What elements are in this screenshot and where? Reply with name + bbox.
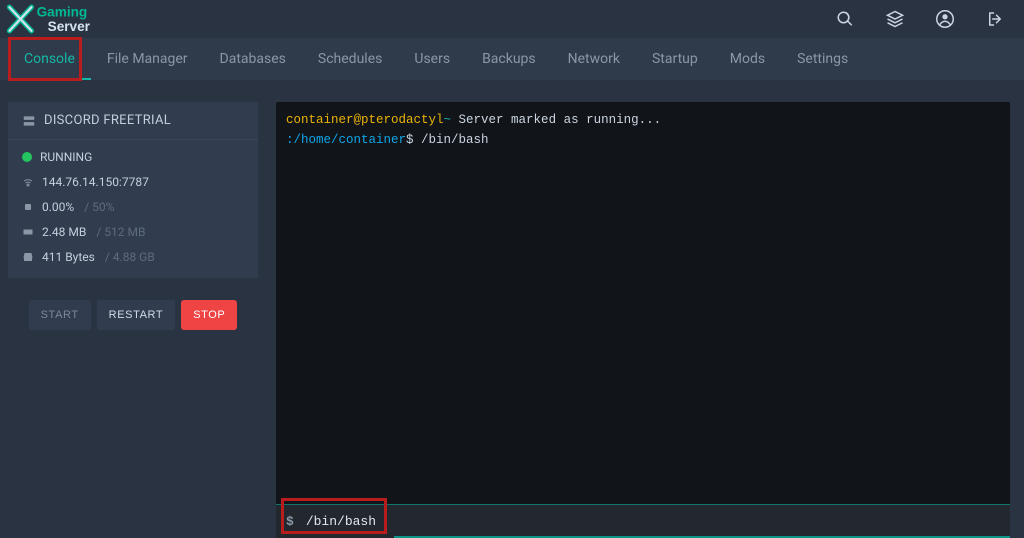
hdd-icon bbox=[22, 251, 34, 263]
disk-total: / 4.88 GB bbox=[105, 250, 155, 264]
tab-label: Schedules bbox=[318, 51, 382, 67]
server-name: DISCORD FREETRIAL bbox=[44, 113, 171, 128]
disk-used: 411 Bytes bbox=[42, 250, 95, 264]
terminal-line: :/home/container$ /bin/bash bbox=[286, 130, 1000, 150]
term-msg: Server marked as running... bbox=[451, 113, 661, 127]
sidebar: DISCORD FREETRIAL RUNNING 144.76.14.150:… bbox=[8, 102, 258, 538]
tab-console[interactable]: Console bbox=[8, 38, 91, 80]
terminal-line: container@pterodactyl~ Server marked as … bbox=[286, 110, 1000, 130]
tab-startup[interactable]: Startup bbox=[636, 38, 714, 80]
status-value: RUNNING bbox=[40, 150, 92, 164]
tab-label: File Manager bbox=[107, 51, 188, 67]
brand-bottom-text: Server bbox=[48, 19, 91, 34]
brand-logo[interactable]: Gaming Server bbox=[6, 2, 142, 36]
logout-icon[interactable] bbox=[986, 10, 1004, 28]
terminal-output[interactable]: container@pterodactyl~ Server marked as … bbox=[276, 102, 1010, 505]
server-nav: Console File Manager Databases Schedules… bbox=[0, 38, 1024, 80]
tab-settings[interactable]: Settings bbox=[781, 38, 864, 80]
main-content: DISCORD FREETRIAL RUNNING 144.76.14.150:… bbox=[0, 80, 1024, 538]
console: container@pterodactyl~ Server marked as … bbox=[276, 102, 1010, 538]
command-input[interactable] bbox=[304, 513, 1000, 530]
tab-label: Console bbox=[24, 51, 75, 67]
term-cmd: $ /bin/bash bbox=[406, 133, 489, 147]
term-userhost: container@pterodactyl bbox=[286, 113, 444, 127]
server-icon bbox=[22, 114, 36, 128]
command-input-row: $ bbox=[276, 505, 1010, 538]
stop-button[interactable]: STOP bbox=[181, 300, 237, 330]
stat-address: 144.76.14.150:7787 bbox=[22, 175, 244, 189]
memory-icon bbox=[22, 226, 34, 238]
tab-network[interactable]: Network bbox=[552, 38, 636, 80]
start-button[interactable]: START bbox=[29, 300, 91, 330]
stat-ram: 2.48 MB / 512 MB bbox=[22, 225, 244, 239]
server-name-row: DISCORD FREETRIAL bbox=[8, 102, 258, 140]
restart-button[interactable]: RESTART bbox=[97, 300, 176, 330]
address-value: 144.76.14.150:7787 bbox=[42, 175, 149, 189]
tab-schedules[interactable]: Schedules bbox=[302, 38, 398, 80]
header-icons bbox=[836, 10, 1004, 28]
wifi-icon bbox=[22, 176, 34, 188]
tab-backups[interactable]: Backups bbox=[466, 38, 552, 80]
layers-icon[interactable] bbox=[886, 10, 904, 28]
cpu-icon bbox=[22, 201, 34, 213]
account-icon[interactable] bbox=[936, 10, 954, 28]
tab-mods[interactable]: Mods bbox=[714, 38, 781, 80]
tab-users[interactable]: Users bbox=[398, 38, 466, 80]
tab-label: Settings bbox=[797, 51, 848, 67]
stat-disk: 411 Bytes / 4.88 GB bbox=[22, 250, 244, 264]
tab-label: Startup bbox=[652, 51, 698, 67]
tab-databases[interactable]: Databases bbox=[204, 38, 302, 80]
tab-file-manager[interactable]: File Manager bbox=[91, 38, 204, 80]
stat-cpu: 0.00% / 50% bbox=[22, 200, 244, 214]
stat-status: RUNNING bbox=[22, 150, 244, 164]
server-info-card: DISCORD FREETRIAL RUNNING 144.76.14.150:… bbox=[8, 102, 258, 278]
header: Gaming Server bbox=[0, 0, 1024, 38]
tab-label: Users bbox=[414, 51, 450, 67]
ram-total: / 512 MB bbox=[96, 225, 145, 239]
tab-label: Network bbox=[568, 51, 620, 67]
search-icon[interactable] bbox=[836, 10, 854, 28]
term-path: :/home/container bbox=[286, 133, 406, 147]
prompt-symbol: $ bbox=[286, 514, 294, 529]
tab-label: Backups bbox=[482, 51, 536, 67]
power-buttons: START RESTART STOP bbox=[8, 296, 258, 334]
tab-label: Mods bbox=[730, 51, 765, 67]
cpu-used: 0.00% bbox=[42, 200, 74, 214]
cpu-total: / 50% bbox=[84, 200, 114, 214]
tab-label: Databases bbox=[220, 51, 286, 67]
term-tilde: ~ bbox=[444, 113, 452, 127]
server-stats: RUNNING 144.76.14.150:7787 0.00% / 50% 2… bbox=[8, 140, 258, 278]
status-dot-icon bbox=[22, 152, 32, 162]
ram-used: 2.48 MB bbox=[42, 225, 86, 239]
brand-top-text: Gaming bbox=[37, 4, 88, 19]
